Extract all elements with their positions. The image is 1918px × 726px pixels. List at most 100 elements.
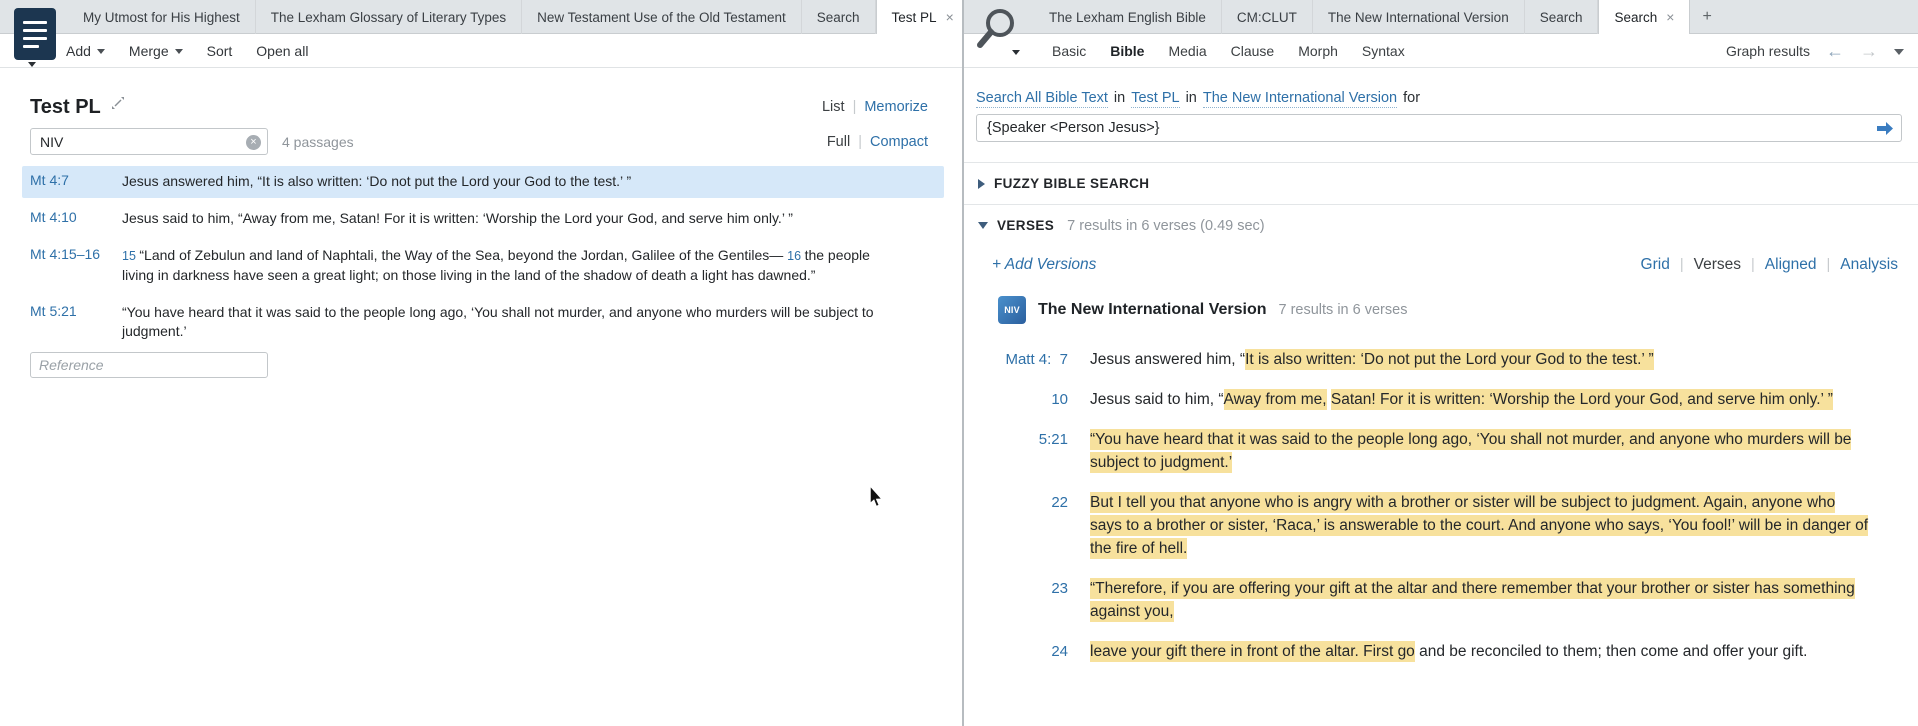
results-view-verses[interactable]: Verses — [1694, 256, 1741, 274]
highlighted-segment: Away from me, — [1223, 389, 1327, 410]
tab-label: CM:CLUT — [1236, 9, 1297, 25]
back-arrow-icon[interactable]: ← — [1826, 42, 1844, 60]
passage-reference[interactable]: Mt 4:15–16 — [30, 246, 122, 285]
passage-list-toolbar: Add Merge Sort Open all — [0, 34, 962, 68]
tab[interactable]: The Lexham English Bible — [1034, 0, 1222, 34]
passage-text: “You have heard that it was said to the … — [122, 303, 936, 341]
resource-header: NIV The New International Version 7 resu… — [998, 296, 1898, 324]
toolbar-chevron-icon[interactable] — [1894, 49, 1904, 55]
tab[interactable]: The New International Version — [1313, 0, 1525, 34]
search-kind-syntax[interactable]: Syntax — [1350, 34, 1417, 68]
version-filter-input[interactable] — [40, 133, 241, 150]
versions-row: + Add Versions Grid | Verses | Aligned | Analy… — [992, 256, 1898, 274]
result-text: “Therefore, if you are offering your gif… — [1090, 577, 1870, 623]
tab-label: My Utmost for His Highest — [83, 9, 240, 25]
tab-label: Search — [1539, 9, 1583, 25]
view-memorize[interactable]: Memorize — [864, 99, 928, 115]
passage-reference[interactable]: Mt 5:21 — [30, 303, 122, 341]
tab[interactable]: The Lexham Glossary of Literary Types — [256, 0, 523, 34]
graph-results-button[interactable]: Graph results — [1726, 43, 1810, 59]
clear-filter-icon[interactable]: × — [246, 135, 261, 150]
search-kind-clause[interactable]: Clause — [1219, 34, 1287, 68]
result-row: 5:21 “You have heard that it was said to … — [964, 428, 1870, 474]
tab[interactable]: New Testament Use of the Old Testament — [522, 0, 802, 34]
caret-down-icon — [96, 49, 105, 54]
close-tab-icon[interactable]: × — [946, 10, 954, 24]
reference-input[interactable] — [30, 352, 268, 378]
toolbar-add[interactable]: Add — [66, 43, 105, 59]
tab-label: The Lexham Glossary of Literary Types — [270, 9, 507, 25]
result-row: 10 Jesus said to him, “Away from me, Sata… — [964, 388, 1870, 411]
passage-reference[interactable]: Mt 4:7 — [30, 172, 122, 191]
view-list[interactable]: List — [822, 99, 845, 115]
search-kind-bible[interactable]: Bible — [1098, 34, 1156, 68]
toolbar-merge[interactable]: Merge — [129, 43, 183, 59]
new-tab-button[interactable]: + — [1690, 0, 1723, 34]
menu-bar-icon — [23, 20, 47, 24]
results-view-aligned[interactable]: Aligned — [1765, 256, 1817, 274]
view-toggle: List | Memorize — [822, 99, 928, 115]
version-filter-box: × — [30, 128, 268, 155]
result-reference[interactable]: Matt 4: 7 — [964, 348, 1068, 371]
tab[interactable]: CM:CLUT — [1222, 0, 1313, 34]
search-panel: The Lexham English Bible CM:CLUT The New I… — [964, 0, 1918, 726]
result-reference[interactable]: 5:21 — [964, 428, 1068, 474]
panel-menu-chevron-icon[interactable] — [28, 62, 36, 67]
separator: | — [852, 99, 857, 115]
results-view-analysis[interactable]: Analysis — [1840, 256, 1898, 274]
passage-reference[interactable]: Mt 4:10 — [30, 209, 122, 228]
density-full[interactable]: Full — [827, 134, 850, 150]
expand-window-icon[interactable] — [111, 96, 125, 110]
search-query-input[interactable] — [987, 120, 1867, 136]
search-kind-basic[interactable]: Basic — [1040, 34, 1098, 68]
tab[interactable]: Search — [1525, 0, 1599, 34]
passage-row[interactable]: Mt 4:10 Jesus said to him, “Away from me,… — [22, 203, 944, 235]
tab-label: + — [1702, 8, 1712, 25]
text-segment: and be reconciled to them; then come and… — [1414, 643, 1808, 660]
resource-name[interactable]: The New International Version — [1038, 301, 1267, 319]
results-view-grid[interactable]: Grid — [1641, 256, 1670, 274]
search-menu-chevron-icon[interactable] — [1012, 50, 1020, 55]
close-tab-icon[interactable]: × — [1666, 10, 1674, 24]
niv-resource-icon[interactable]: NIV — [998, 296, 1026, 324]
scope-word: for — [1403, 90, 1421, 106]
toolbar-sort[interactable]: Sort — [207, 43, 233, 59]
result-reference[interactable]: 24 — [964, 640, 1068, 663]
toolbar-item-label: Merge — [128, 42, 169, 59]
fuzzy-section-header[interactable]: FUZZY BIBLE SEARCH — [964, 162, 1918, 204]
result-text: But I tell you that anyone who is angry … — [1090, 491, 1870, 560]
collapsed-triangle-icon — [978, 178, 985, 189]
scope-link[interactable]: Test PL — [1131, 90, 1180, 108]
verses-section-header[interactable]: VERSES 7 results in 6 verses (0.49 sec) — [964, 204, 1918, 246]
passage-row[interactable]: Mt 5:21 “You have heard that it was said … — [22, 297, 944, 348]
right-tab-bar: The Lexham English Bible CM:CLUT The New I… — [964, 0, 1918, 35]
result-text: Jesus said to him, “Away from me, Satan!… — [1090, 388, 1870, 411]
search-kind-morph[interactable]: Morph — [1286, 34, 1350, 68]
text-segment: Jesus answered him, “It is also written:… — [122, 173, 632, 189]
passage-list-filter-row: × 4 passages Full | Compact — [30, 128, 928, 155]
panel-menu-button[interactable] — [14, 8, 56, 60]
passage-row[interactable]: Mt 4:15–16 15 “Land of Zebulun and land o… — [22, 240, 944, 292]
search-kind-media[interactable]: Media — [1156, 34, 1218, 68]
toolbar-item-label: Open all — [256, 42, 309, 59]
highlighted-segment: “Therefore, if you are offering your gif… — [1090, 578, 1855, 622]
tab[interactable]: Test PL × — [875, 0, 962, 35]
toolbar-open-all[interactable]: Open all — [256, 43, 308, 59]
verse-number: 16 — [787, 249, 805, 263]
tab-label: Search — [816, 9, 860, 25]
run-search-icon[interactable] — [1876, 121, 1894, 136]
forward-arrow-icon[interactable]: → — [1860, 42, 1878, 60]
tab[interactable]: My Utmost for His Highest — [68, 0, 256, 34]
passage-row[interactable]: Mt 4:7 Jesus answered him, “It is also wr… — [22, 166, 944, 198]
result-reference[interactable]: 10 — [964, 388, 1068, 411]
menu-bar-icon — [23, 28, 47, 32]
scope-link[interactable]: The New International Version — [1202, 90, 1398, 108]
resource-stats: 7 results in 6 verses — [1278, 302, 1408, 318]
add-versions-link[interactable]: + Add Versions — [992, 256, 1096, 274]
tab[interactable]: Search × — [1598, 0, 1691, 35]
result-reference[interactable]: 22 — [964, 491, 1068, 560]
scope-link[interactable]: Search All Bible Text — [976, 90, 1108, 108]
tab[interactable]: Search — [802, 0, 876, 34]
result-reference[interactable]: 23 — [964, 577, 1068, 623]
density-compact[interactable]: Compact — [870, 134, 928, 150]
